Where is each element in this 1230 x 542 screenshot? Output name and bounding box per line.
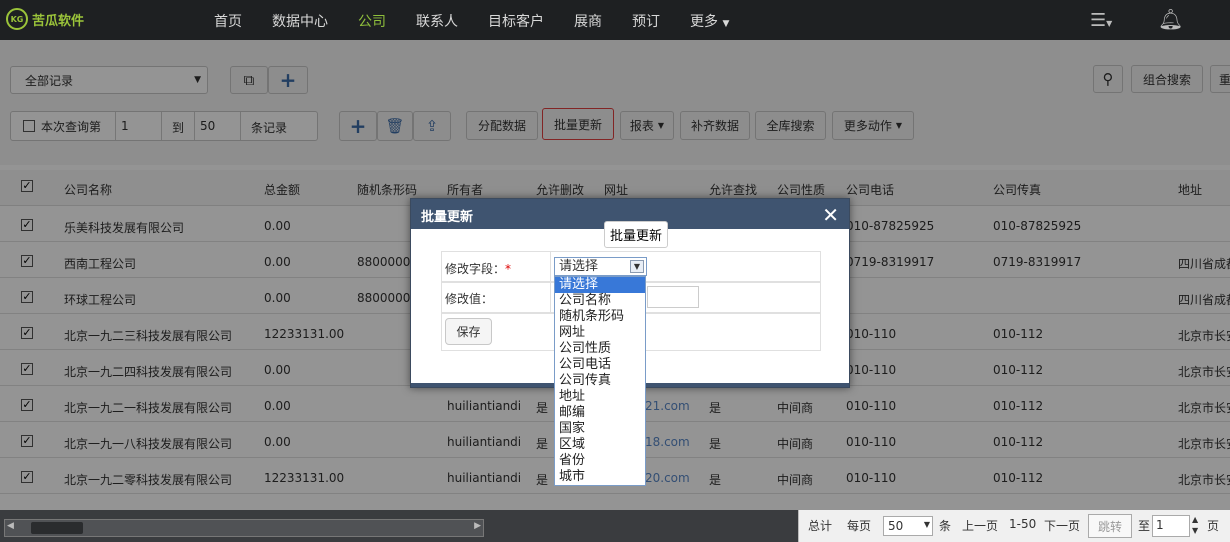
jump-button[interactable]: 跳转 xyxy=(1088,514,1132,538)
field-label-text: 修改字段： xyxy=(445,262,506,276)
nav-more-label: 更多 xyxy=(690,14,718,30)
row-divider xyxy=(550,251,551,313)
value-label: 修改值： xyxy=(445,292,494,306)
brand-name: 苦瓜软件 xyxy=(32,13,85,29)
chevron-down-icon: ▼ xyxy=(722,19,730,29)
pager-range: 1-50 xyxy=(1009,517,1037,531)
dropdown-option[interactable]: 国家 xyxy=(555,421,645,437)
dropdown-option[interactable]: 公司电话 xyxy=(555,357,645,373)
close-icon[interactable]: ✕ xyxy=(822,203,839,227)
pager-page-label: 页 xyxy=(1207,519,1220,533)
dropdown-option[interactable]: 随机条形码 xyxy=(555,309,645,325)
per-page-select[interactable]: 50 ▼ xyxy=(883,516,933,536)
field-select-value: 请选择 xyxy=(559,259,599,274)
horizontal-scrollbar[interactable]: ◀ ▶ xyxy=(4,519,484,537)
dropdown-option[interactable]: 公司性质 xyxy=(555,341,645,357)
dropdown-option[interactable]: 公司名称 xyxy=(555,293,645,309)
nav-item-home[interactable]: 首页 xyxy=(214,11,242,31)
prev-page-link[interactable]: 上一页 xyxy=(962,517,998,534)
field-select[interactable]: 请选择 ▼ xyxy=(554,257,647,276)
dropdown-option[interactable]: 请选择 xyxy=(555,277,645,293)
page-number-input[interactable]: 1 xyxy=(1152,515,1190,537)
next-page-link[interactable]: 下一页 xyxy=(1044,517,1080,534)
dropdown-option[interactable]: 区域 xyxy=(555,437,645,453)
dropdown-option[interactable]: 城市 xyxy=(555,469,645,485)
pager-total-label: 总计 xyxy=(808,519,833,533)
nav-item-more[interactable]: 更多 ▼ xyxy=(690,11,729,31)
dropdown-option[interactable]: 省份 xyxy=(555,453,645,469)
nav-item-booking[interactable]: 预订 xyxy=(632,11,660,31)
per-page-value: 50 xyxy=(888,519,904,533)
batch-update-tooltip: 批量更新 xyxy=(604,221,669,248)
logo-mark: KG xyxy=(6,8,28,30)
select-arrow-icon: ▼ xyxy=(630,260,644,273)
bell-icon[interactable]: 🔔︎ xyxy=(1158,7,1183,31)
value-input[interactable] xyxy=(647,286,699,308)
nav-item-target-customers[interactable]: 目标客户 xyxy=(488,11,544,31)
nav-item-company[interactable]: 公司 xyxy=(358,11,386,31)
select-arrow-icon: ▼ xyxy=(923,520,930,529)
top-navigation-bar: KG 苦瓜软件 首页 数据中心 公司 联系人 目标客户 展商 预订 更多 ▼ ☰… xyxy=(0,0,1230,40)
pager-per-page-label: 每页 xyxy=(847,519,872,533)
scrollbar-thumb[interactable] xyxy=(31,522,83,534)
pager-unit-label: 条 xyxy=(939,519,952,533)
page-stepper-icon[interactable]: ▲ ▼ xyxy=(1192,514,1198,536)
dropdown-option[interactable]: 邮编 xyxy=(555,405,645,421)
menu-icon[interactable]: ☰▼ xyxy=(1090,10,1112,31)
scroll-right-icon[interactable]: ▶ xyxy=(474,521,481,531)
scroll-left-icon[interactable]: ◀ xyxy=(7,521,14,531)
save-button[interactable]: 保存 xyxy=(445,318,492,345)
field-label: 修改字段：* xyxy=(445,260,511,277)
dropdown-option[interactable]: 公司传真 xyxy=(555,373,645,389)
dropdown-option[interactable]: 网址 xyxy=(555,325,645,341)
required-mark: * xyxy=(505,262,512,276)
dropdown-option[interactable]: 地址 xyxy=(555,389,645,405)
nav-item-contacts[interactable]: 联系人 xyxy=(416,11,458,31)
field-options-list: 请选择 公司名称 随机条形码 网址 公司性质 公司电话 公司传真 地址 邮编 国家 区域 省份 城市 xyxy=(554,276,646,486)
pager-to-label: 至 xyxy=(1138,519,1151,533)
nav-item-exhibitors[interactable]: 展商 xyxy=(574,11,602,31)
nav-item-data-center[interactable]: 数据中心 xyxy=(272,11,328,31)
brand-logo[interactable]: KG 苦瓜软件 xyxy=(6,8,96,30)
